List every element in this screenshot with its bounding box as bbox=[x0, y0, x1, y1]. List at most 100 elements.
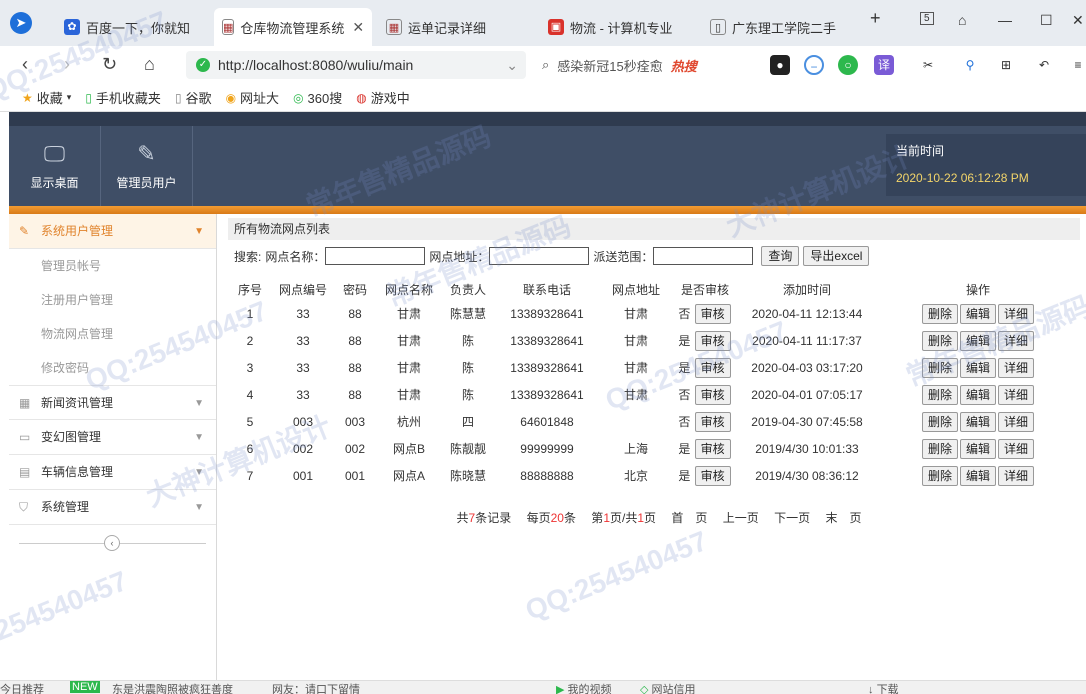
reload-icon[interactable]: ↻ bbox=[102, 54, 117, 75]
detail-button[interactable]: 详细 bbox=[998, 384, 1035, 405]
bookmark-favorites[interactable]: ★ 收藏 ▾ bbox=[22, 88, 71, 107]
minimize-icon[interactable]: — bbox=[998, 12, 1012, 28]
url-input[interactable]: ✓ http://localhost:8080/wuliu/main ⌄ bbox=[186, 51, 526, 79]
audit-button[interactable]: 审核 bbox=[694, 330, 731, 351]
home-icon[interactable]: ⌂ bbox=[144, 54, 155, 75]
download-link[interactable]: ↓ 下载 bbox=[868, 681, 899, 694]
media-icon[interactable]: ● bbox=[770, 55, 790, 75]
sidebar-item-admin-accounts[interactable]: 管理员帐号 bbox=[9, 249, 216, 283]
outlet-name-input[interactable] bbox=[325, 247, 426, 265]
cell-actions: 删除 编辑 详细 bbox=[876, 462, 1080, 489]
cell-owner: 陈 bbox=[461, 361, 474, 375]
pager-next-link[interactable]: 下一页 bbox=[774, 511, 810, 525]
detail-button[interactable]: 详细 bbox=[998, 357, 1035, 378]
delete-button[interactable]: 删除 bbox=[921, 438, 958, 459]
sidebar-item-change-password[interactable]: 修改密码 bbox=[9, 351, 216, 385]
phone-icon: ▯ bbox=[85, 90, 92, 105]
menu-banner[interactable]: ▭ 变幻图管理 ▼ bbox=[9, 420, 216, 455]
delete-button[interactable]: 删除 bbox=[921, 330, 958, 351]
audit-button[interactable]: 审核 bbox=[694, 465, 731, 486]
audit-status: 是 bbox=[678, 441, 691, 456]
detail-button[interactable]: 详细 bbox=[998, 411, 1035, 432]
query-button[interactable]: 查询 bbox=[761, 246, 800, 266]
translate-icon[interactable]: 译 bbox=[874, 55, 894, 75]
detail-button[interactable]: 详细 bbox=[998, 330, 1035, 351]
tab-waybill-detail[interactable]: ▦ 运单记录详细 bbox=[378, 8, 528, 46]
menu-vehicles[interactable]: ▤ 车辆信息管理 ▼ bbox=[9, 455, 216, 490]
audit-button[interactable]: 审核 bbox=[694, 303, 731, 324]
edit-button[interactable]: 编辑 bbox=[959, 465, 996, 486]
edit-button[interactable]: 编辑 bbox=[959, 303, 996, 324]
my-video-link[interactable]: ▶ 我的视频 bbox=[556, 681, 612, 694]
admin-user-button[interactable]: ✎ 管理员用户 bbox=[101, 126, 193, 206]
edit-button[interactable]: 编辑 bbox=[959, 411, 996, 432]
detail-button[interactable]: 详细 bbox=[998, 438, 1035, 459]
export-excel-button[interactable]: 导出excel bbox=[803, 246, 870, 266]
download-icon: ↓ bbox=[868, 684, 874, 694]
delete-button[interactable]: 删除 bbox=[921, 357, 958, 378]
edit-button[interactable]: 编辑 bbox=[959, 384, 996, 405]
cell-address: 甘肃 bbox=[623, 388, 648, 402]
menu-system-users[interactable]: ✎ 系统用户管理 ▼ bbox=[9, 214, 216, 249]
browser-search-box[interactable]: ⌕ 感染新冠15秒痊愈 热搜 bbox=[542, 51, 752, 79]
bookmark-sites[interactable]: ◉ 网址大 bbox=[226, 88, 280, 107]
audit-button[interactable]: 审核 bbox=[694, 411, 731, 432]
delete-button[interactable]: 删除 bbox=[921, 303, 958, 324]
delete-button[interactable]: 删除 bbox=[921, 465, 958, 486]
pager-first-link[interactable]: 首 页 bbox=[671, 511, 707, 525]
menu-news[interactable]: ▦ 新闻资讯管理 ▼ bbox=[9, 385, 216, 420]
tab-count-badge[interactable]: 5 bbox=[920, 12, 934, 25]
outlet-address-input[interactable] bbox=[489, 247, 590, 265]
detail-button[interactable]: 详细 bbox=[998, 465, 1035, 486]
tab-logistics[interactable]: ▣ 物流 - 计算机专业 bbox=[540, 8, 700, 46]
pager-prev-link[interactable]: 上一页 bbox=[723, 511, 759, 525]
scissors-icon[interactable]: ✂ bbox=[918, 55, 938, 75]
menu-icon[interactable]: ≡ bbox=[1068, 55, 1086, 75]
undo-icon[interactable]: ↶ bbox=[1034, 55, 1054, 75]
cell-time: 2019-04-30 07:45:58 bbox=[751, 414, 863, 429]
edit-button[interactable]: 编辑 bbox=[959, 330, 996, 351]
bookmark-360[interactable]: ◎ 360搜 bbox=[293, 88, 342, 107]
detail-button[interactable]: 详细 bbox=[998, 303, 1035, 324]
audit-button[interactable]: 审核 bbox=[694, 438, 731, 459]
tab-gdlg[interactable]: ▯ 广东理工学院二手 bbox=[702, 8, 852, 46]
news-link[interactable]: 东是洪震陶照被疯狂善度 bbox=[112, 681, 233, 694]
delivery-range-input[interactable] bbox=[653, 247, 754, 265]
bookmark-games[interactable]: ◍ 游戏中 bbox=[356, 88, 410, 107]
audit-button[interactable]: 审核 bbox=[694, 384, 731, 405]
forward-icon[interactable]: › bbox=[64, 54, 70, 75]
new-tab-button[interactable]: + bbox=[870, 8, 881, 29]
shirt-icon[interactable]: ⌂ bbox=[958, 12, 966, 28]
sidebar-item-registered-users[interactable]: 注册用户管理 bbox=[9, 283, 216, 317]
outlets-table: 序号 网点编号 密码 网点名称 负责人 联系电话 网点地址 是否审核 添加时间 … bbox=[228, 278, 1080, 489]
browser-logo-icon[interactable]: ➤ bbox=[10, 12, 32, 34]
back-icon[interactable]: ‹ bbox=[22, 54, 28, 75]
collapse-left-icon[interactable]: ‹ bbox=[104, 535, 120, 551]
site-credit-link[interactable]: ◇ 网站信用 bbox=[640, 681, 696, 694]
maximize-icon[interactable]: ☐ bbox=[1040, 12, 1053, 29]
chat-icon[interactable]: ○ bbox=[838, 55, 858, 75]
bookmark-mobile[interactable]: ▯ 手机收藏夹 bbox=[85, 88, 161, 107]
news-link-2[interactable]: 网友：请口下留情 bbox=[272, 681, 360, 694]
menu-system[interactable]: ⛉ 系统管理 ▼ bbox=[9, 490, 216, 525]
cell-time: 2020-04-11 12:13:44 bbox=[751, 306, 863, 321]
tab-warehouse-system[interactable]: ▦ 仓库物流管理系统 ✕ bbox=[214, 8, 372, 46]
pager-last-link[interactable]: 末 页 bbox=[825, 511, 861, 525]
edit-button[interactable]: 编辑 bbox=[959, 438, 996, 459]
bookmark-google[interactable]: ▯ 谷歌 bbox=[175, 88, 212, 107]
minus-circle-icon[interactable]: − bbox=[804, 55, 824, 75]
tab-baidu[interactable]: ✿ 百度一下，你就知 bbox=[56, 8, 212, 46]
col-phone: 联系电话 bbox=[522, 282, 571, 297]
apps-grid-icon[interactable]: ⊞ bbox=[996, 55, 1016, 75]
audit-button[interactable]: 审核 bbox=[694, 357, 731, 378]
sidebar-item-logistics-outlets[interactable]: 物流网点管理 bbox=[9, 317, 216, 351]
magnifier-icon[interactable]: ⚲ bbox=[960, 55, 980, 75]
edit-button[interactable]: 编辑 bbox=[959, 357, 996, 378]
shield-icon: ⛉ bbox=[19, 500, 29, 514]
delete-button[interactable]: 删除 bbox=[921, 384, 958, 405]
delete-button[interactable]: 删除 bbox=[921, 411, 958, 432]
chevron-down-icon[interactable]: ⌄ bbox=[506, 57, 518, 74]
close-window-icon[interactable]: ✕ bbox=[1072, 12, 1084, 29]
show-desktop-button[interactable]: 🖵 显示桌面 bbox=[9, 126, 101, 206]
close-icon[interactable]: ✕ bbox=[352, 19, 364, 36]
